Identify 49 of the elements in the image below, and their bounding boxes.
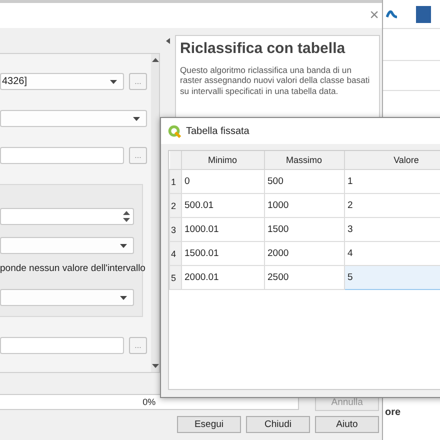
table-cell[interactable]: 2000: [264, 242, 344, 266]
dropdown-field[interactable]: 4326]: [0, 73, 124, 90]
dropdown-field[interactable]: [0, 237, 134, 254]
dropdown-arrow-icon: [120, 244, 127, 248]
column-header[interactable]: Massimo: [264, 151, 344, 170]
dropdown-arrow-icon: [133, 116, 140, 120]
row-header[interactable]: 2: [170, 194, 181, 218]
help-icon[interactable]: [416, 6, 431, 22]
text-field[interactable]: [0, 337, 124, 354]
text-field[interactable]: [0, 147, 124, 164]
scrollbar[interactable]: [151, 54, 159, 372]
table-cell[interactable]: 500: [264, 170, 344, 194]
dialog-title: Tabella fissata: [186, 126, 250, 136]
spin-box[interactable]: [0, 208, 134, 225]
dropdown-field[interactable]: [0, 289, 134, 306]
help-title: Riclassifica con tabella: [180, 40, 346, 57]
dropdown-arrow-icon: [110, 80, 117, 84]
dropdown-field[interactable]: [0, 110, 147, 127]
wave-icon[interactable]: [386, 9, 398, 19]
row-header[interactable]: 1: [170, 170, 181, 194]
spin-arrows-icon: [123, 211, 130, 222]
table-cell[interactable]: 2500: [264, 266, 344, 290]
help-text: Questo algoritmo riclassifica una banda di un raster assegnando nuovi valori della classe basati su intervalli specificati in una tabella data.: [180, 65, 371, 96]
scroll-up-icon[interactable]: [152, 58, 158, 62]
close-button[interactable]: ×: [370, 8, 379, 24]
parameter-label: ponde nessun valore dell'intervallo: [0, 263, 146, 274]
row-header[interactable]: 3: [170, 218, 181, 242]
table-cell[interactable]: 1500.01: [181, 242, 264, 266]
dropdown-value: 4326]: [2, 76, 28, 87]
q-logo-icon: [168, 124, 181, 138]
table-cell[interactable]: 1000.01: [181, 218, 264, 242]
dropdown-arrow-icon: [120, 296, 127, 300]
column-header[interactable]: Valore: [344, 151, 440, 170]
dialog-button[interactable]: Aiuto: [315, 416, 379, 433]
table-cell[interactable]: 5: [344, 266, 440, 290]
dialog-button[interactable]: Chiudi: [246, 416, 310, 433]
table-cell[interactable]: 2000.01: [181, 266, 264, 290]
collapse-arrow-icon[interactable]: [166, 38, 170, 44]
row-header[interactable]: 4: [170, 242, 181, 266]
table-cell[interactable]: 500.01: [181, 194, 264, 218]
panel-text: ore: [385, 407, 401, 418]
column-header[interactable]: Minimo: [181, 151, 264, 170]
progress-label: 0%: [142, 397, 156, 407]
table-cell[interactable]: 0: [181, 170, 264, 194]
dialog-button[interactable]: Esegui: [177, 416, 241, 433]
table-cell[interactable]: 1500: [264, 218, 344, 242]
table-cell[interactable]: 1000: [264, 194, 344, 218]
row-header[interactable]: 5: [170, 266, 181, 290]
scroll-down-icon[interactable]: [152, 364, 158, 368]
